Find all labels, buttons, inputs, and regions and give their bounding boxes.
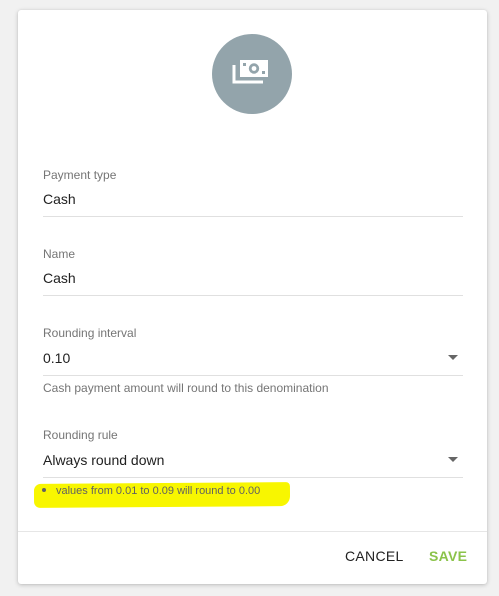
rounding-rule-select[interactable]: Rounding rule Always round down: [43, 428, 463, 478]
bullet-icon: [42, 488, 46, 493]
cash-payment-icon: [212, 34, 292, 114]
payment-type-value: Cash: [43, 191, 76, 207]
rounding-rule-note-text: values from 0.01 to 0.09 will round to 0…: [56, 485, 261, 497]
rounding-interval-label: Rounding interval: [43, 326, 137, 340]
rounding-rule-note: values from 0.01 to 0.09 will round to 0…: [42, 485, 260, 497]
rounding-interval-value: 0.10: [43, 350, 71, 366]
chevron-down-icon[interactable]: [448, 355, 458, 360]
save-button[interactable]: SAVE: [429, 548, 467, 564]
name-value: Cash: [43, 270, 76, 286]
footer-divider: [18, 531, 487, 532]
rounding-rule-value: Always round down: [43, 452, 165, 468]
name-label: Name: [43, 247, 76, 261]
payment-type-dialog: Payment type Cash Name Cash Rounding int…: [18, 10, 487, 584]
payment-type-label: Payment type: [43, 168, 117, 182]
payment-type-field[interactable]: Payment type Cash: [43, 168, 463, 217]
cancel-button[interactable]: CANCEL: [345, 548, 404, 564]
rounding-interval-select[interactable]: Rounding interval 0.10: [43, 326, 463, 376]
money-icon: [232, 60, 268, 84]
rounding-rule-label: Rounding rule: [43, 428, 118, 442]
chevron-down-icon[interactable]: [448, 457, 458, 462]
name-field[interactable]: Name Cash: [43, 247, 463, 296]
rounding-interval-helper: Cash payment amount will round to this d…: [43, 381, 329, 395]
